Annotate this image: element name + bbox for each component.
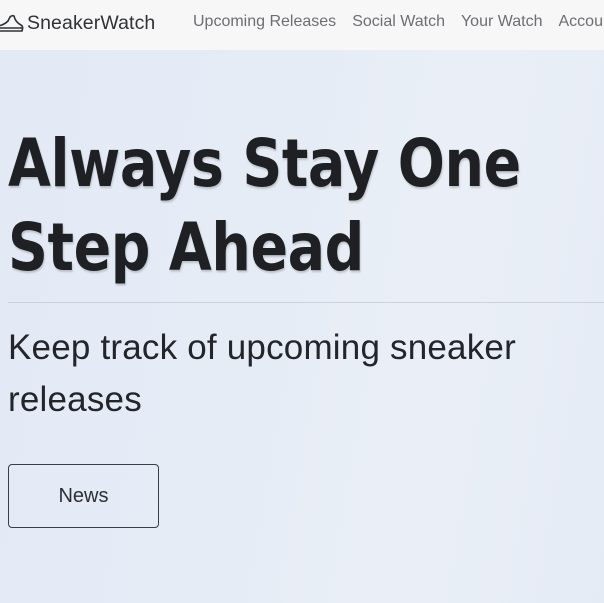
sneaker-icon — [0, 14, 24, 32]
nav-links: Upcoming Releases Social Watch Your Watc… — [193, 13, 604, 31]
brand-name: SneakerWatch — [27, 11, 156, 34]
hero-title: Always Stay One Step Ahead — [8, 125, 521, 286]
nav-link-your-watch[interactable]: Your Watch — [461, 13, 543, 31]
nav-link-social-watch[interactable]: Social Watch — [352, 13, 445, 31]
nav-link-upcoming-releases[interactable]: Upcoming Releases — [193, 13, 336, 31]
brand-link[interactable]: SneakerWatch — [0, 10, 155, 36]
navbar: SneakerWatch Upcoming Releases Social Wa… — [0, 0, 604, 50]
news-button[interactable]: News — [8, 464, 159, 528]
hero-divider — [8, 302, 604, 303]
hero-section: Always Stay One Step Ahead Keep track of… — [0, 50, 604, 603]
hero-subtitle: Keep track of upcoming sneaker releases — [8, 328, 516, 419]
nav-link-account[interactable]: Account — [559, 13, 604, 31]
